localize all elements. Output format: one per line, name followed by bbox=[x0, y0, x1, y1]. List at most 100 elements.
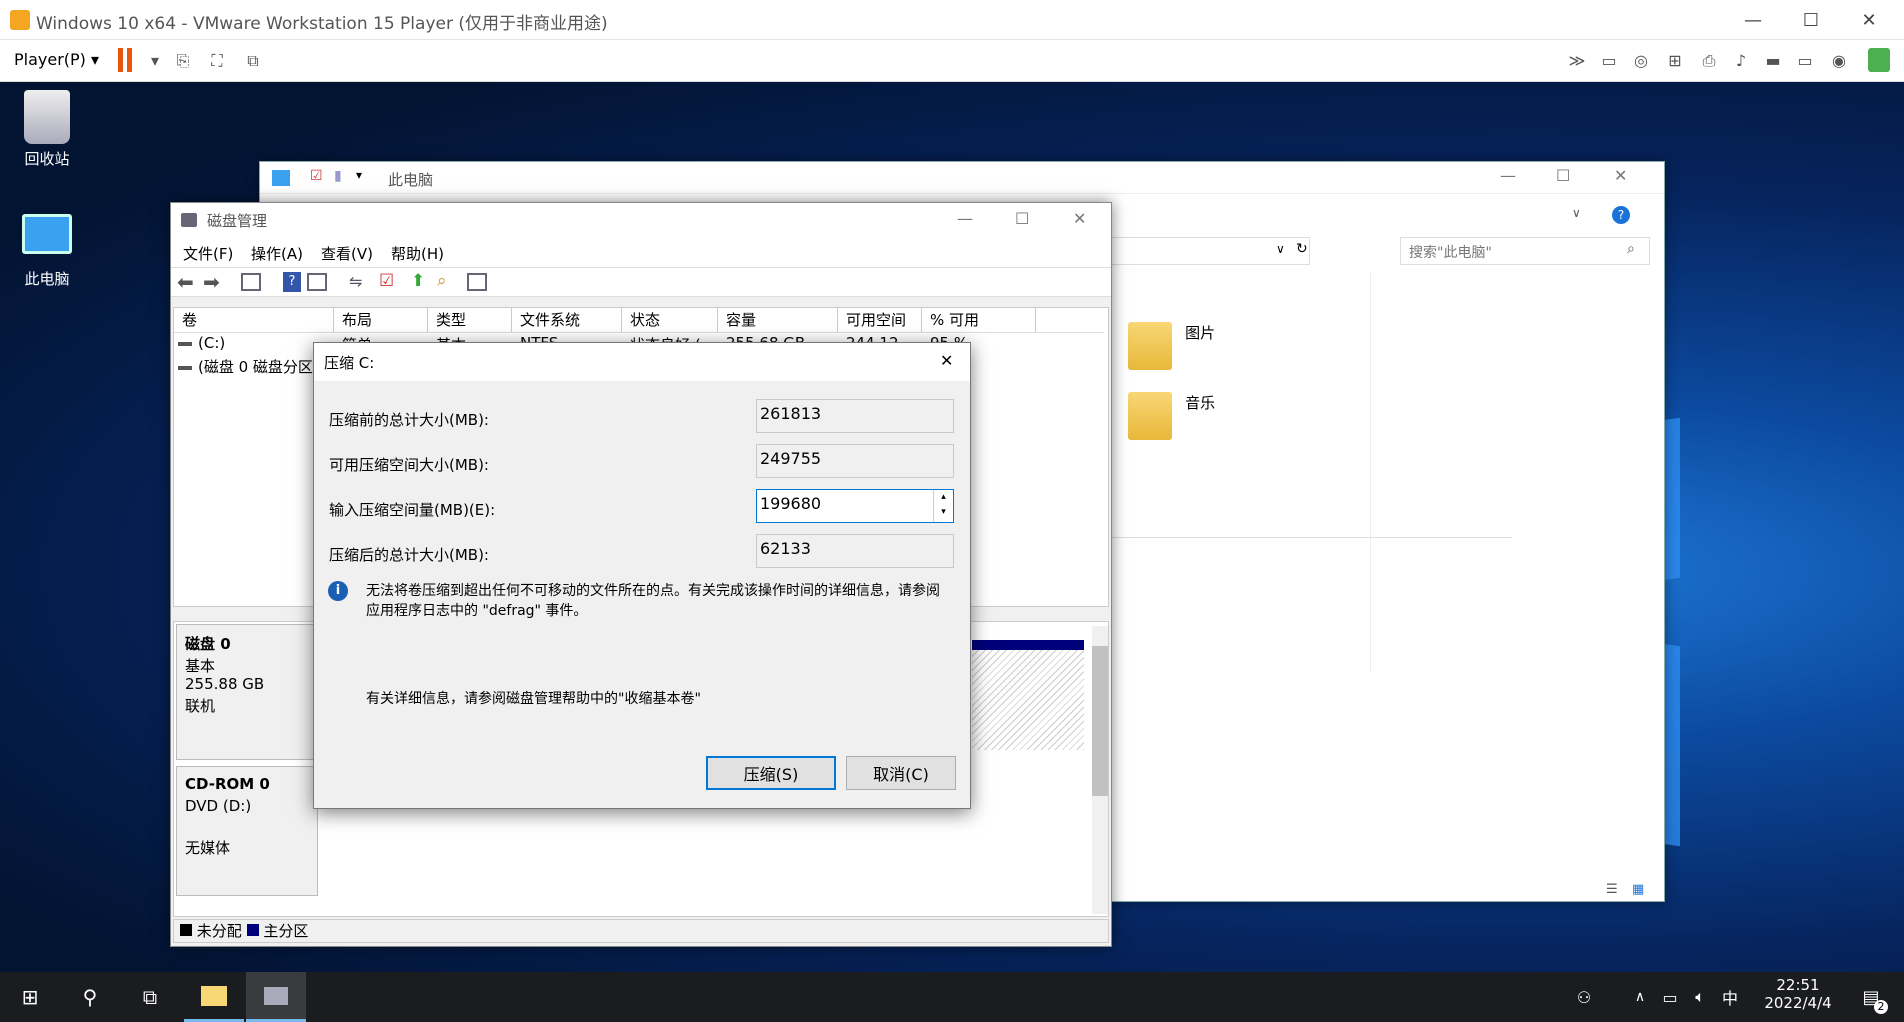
cdrom0-info[interactable]: CD-ROM 0 DVD (D:) 无媒体 bbox=[176, 766, 318, 896]
folder-pictures[interactable]: 图片 bbox=[1128, 322, 1215, 370]
hdd-icon[interactable]: ▭ bbox=[1598, 50, 1620, 72]
search-button[interactable]: ⚲ bbox=[60, 972, 120, 1022]
this-pc-shortcut[interactable]: 此电脑 bbox=[2, 214, 92, 289]
ribbon-expand-icon[interactable]: ∨ bbox=[1572, 206, 1581, 220]
address-bar[interactable]: ∨ ↻ bbox=[1100, 237, 1310, 265]
tiles-view-icon[interactable]: ▦ bbox=[1632, 882, 1644, 897]
diskmgmt-titlebar: 磁盘管理 — ☐ ✕ bbox=[171, 203, 1111, 237]
dialog-titlebar: 压缩 C: ✕ bbox=[314, 343, 970, 381]
ime-indicator[interactable]: 中 bbox=[1712, 972, 1748, 1022]
diskmgmt-close-button[interactable]: ✕ bbox=[1073, 209, 1086, 228]
shrink-amount-value: 199680 bbox=[760, 494, 822, 513]
sound-icon[interactable]: ♪ bbox=[1730, 50, 1752, 72]
pause-icon[interactable] bbox=[118, 48, 132, 72]
cell-status: 状态良好 (... bbox=[630, 334, 715, 342]
fullscreen-icon[interactable]: ⛶ bbox=[206, 50, 228, 72]
properties-pane-icon[interactable] bbox=[307, 273, 327, 291]
task-view-button[interactable]: ⧉ bbox=[120, 972, 180, 1022]
pictures-folder-icon bbox=[1128, 322, 1172, 370]
partition-c[interactable] bbox=[972, 640, 1084, 750]
address-dropdown-icon[interactable]: ∨ bbox=[1276, 242, 1285, 256]
disk-icon bbox=[264, 986, 288, 1005]
quantity-stepper[interactable]: ▴ ▾ bbox=[933, 490, 953, 522]
vertical-scrollbar[interactable] bbox=[1092, 626, 1108, 914]
action-center-button[interactable]: ▤ 2 bbox=[1846, 972, 1896, 1022]
explorer-maximize-button[interactable]: ☐ bbox=[1556, 166, 1570, 185]
back-icon[interactable]: ⬅ bbox=[177, 270, 194, 294]
disk-management-taskbar-button[interactable] bbox=[246, 972, 306, 1022]
explorer-titlebar: ☑ ▮ ▾ 此电脑 — ☐ ✕ bbox=[260, 162, 1664, 194]
col-free-space[interactable]: 可用空间 bbox=[838, 308, 922, 332]
shrink-button[interactable]: 压缩(S) bbox=[706, 756, 836, 790]
cd-icon[interactable]: ◎ bbox=[1630, 50, 1652, 72]
display-icon[interactable]: ▭ bbox=[1794, 50, 1816, 72]
folder-icon bbox=[201, 985, 227, 1006]
col-filesystem[interactable]: 文件系统 bbox=[512, 308, 622, 332]
cell-pct: 95 % bbox=[930, 334, 968, 342]
cdrom-drive: DVD (D:) bbox=[185, 797, 252, 815]
music-folder-icon bbox=[1128, 392, 1172, 440]
menu-help[interactable]: 帮助(H) bbox=[391, 243, 444, 264]
help-book-icon[interactable]: ? bbox=[283, 272, 301, 292]
recycle-bin-shortcut[interactable]: 回收站 bbox=[2, 90, 92, 169]
cell-type: 基本 bbox=[436, 334, 466, 342]
diskmgmt-title: 磁盘管理 bbox=[207, 212, 268, 230]
col-percent-free[interactable]: % 可用 bbox=[922, 308, 1036, 332]
printer-icon[interactable]: ⎙ bbox=[1698, 50, 1720, 72]
send-ctrl-alt-del-icon[interactable]: ⎘ bbox=[172, 50, 194, 72]
refresh-icon[interactable]: ↻ bbox=[1296, 241, 1308, 257]
vmware-logo-icon bbox=[10, 10, 30, 30]
col-type[interactable]: 类型 bbox=[428, 308, 512, 332]
up-icon[interactable]: ⬆ bbox=[411, 271, 425, 291]
file-explorer-taskbar-button[interactable] bbox=[184, 972, 244, 1022]
player-menu[interactable]: Player(P) ▾ bbox=[14, 50, 99, 69]
cell-capacity: 255.68 GB bbox=[726, 334, 805, 342]
explorer-minimize-button[interactable]: — bbox=[1500, 166, 1516, 185]
check-icon[interactable]: ☑ bbox=[379, 271, 394, 291]
shrink-amount-input[interactable]: 199680 ▴ ▾ bbox=[756, 489, 954, 523]
menu-view[interactable]: 查看(V) bbox=[321, 243, 373, 264]
start-button[interactable]: ⊞ bbox=[0, 972, 60, 1022]
maximize-button[interactable]: ☐ bbox=[1782, 0, 1840, 40]
help-icon[interactable]: ? bbox=[1612, 206, 1630, 224]
more-devices-icon[interactable]: ≫ bbox=[1566, 50, 1588, 72]
folder-music[interactable]: 音乐 bbox=[1128, 392, 1215, 440]
messages-icon[interactable] bbox=[1868, 48, 1890, 72]
minimize-button[interactable]: — bbox=[1724, 0, 1782, 40]
settings-pane-icon[interactable] bbox=[467, 273, 487, 291]
people-icon[interactable]: ⚇ bbox=[1566, 972, 1602, 1022]
properties-icon[interactable]: ☑ bbox=[310, 168, 323, 184]
close-button[interactable]: ✕ bbox=[1840, 0, 1898, 40]
camera-icon[interactable]: ◉ bbox=[1828, 50, 1850, 72]
table-row[interactable]: (磁盘 0 磁盘分区 1) bbox=[178, 356, 333, 377]
dropdown-icon[interactable]: ▾ bbox=[144, 50, 166, 72]
unity-icon[interactable]: ⧉ bbox=[242, 50, 264, 72]
explorer-close-button[interactable]: ✕ bbox=[1614, 166, 1627, 185]
details-view-icon[interactable]: ☰ bbox=[1606, 882, 1618, 897]
col-status[interactable]: 状态 bbox=[622, 308, 718, 332]
network-icon[interactable]: ⊞ bbox=[1664, 50, 1686, 72]
search-folder-icon[interactable]: ⌕ bbox=[437, 271, 447, 291]
menu-action[interactable]: 操作(A) bbox=[251, 243, 303, 264]
col-volume[interactable]: 卷 bbox=[174, 308, 334, 332]
vmware-titlebar: Windows 10 x64 - VMware Workstation 15 P… bbox=[0, 0, 1904, 40]
diskmgmt-minimize-button[interactable]: — bbox=[957, 209, 973, 228]
connect-icon[interactable]: ⇋ bbox=[349, 272, 362, 291]
usb-icon[interactable]: ▬ bbox=[1762, 50, 1784, 72]
table-row[interactable]: (C:) bbox=[178, 334, 225, 352]
menu-file[interactable]: 文件(F) bbox=[183, 243, 233, 264]
forward-icon[interactable]: ➡ bbox=[203, 270, 220, 294]
disk0-info[interactable]: 磁盘 0 基本 255.88 GB 联机 bbox=[176, 624, 318, 760]
folder-label: 图片 bbox=[1185, 324, 1216, 342]
clock[interactable]: 22:51 2022/4/4 bbox=[1752, 976, 1844, 1012]
col-layout[interactable]: 布局 bbox=[334, 308, 428, 332]
new-folder-icon[interactable]: ▮ bbox=[334, 168, 342, 184]
qat-dropdown-icon[interactable]: ▾ bbox=[356, 168, 362, 182]
search-box[interactable]: 搜索"此电脑" ⌕ bbox=[1400, 237, 1650, 265]
cancel-button[interactable]: 取消(C) bbox=[846, 756, 956, 790]
dialog-close-button[interactable]: ✕ bbox=[940, 351, 953, 370]
diskmgmt-maximize-button[interactable]: ☐ bbox=[1015, 209, 1029, 228]
console-tree-icon[interactable] bbox=[241, 273, 261, 291]
legend-primary: 主分区 bbox=[263, 922, 309, 940]
col-capacity[interactable]: 容量 bbox=[718, 308, 838, 332]
